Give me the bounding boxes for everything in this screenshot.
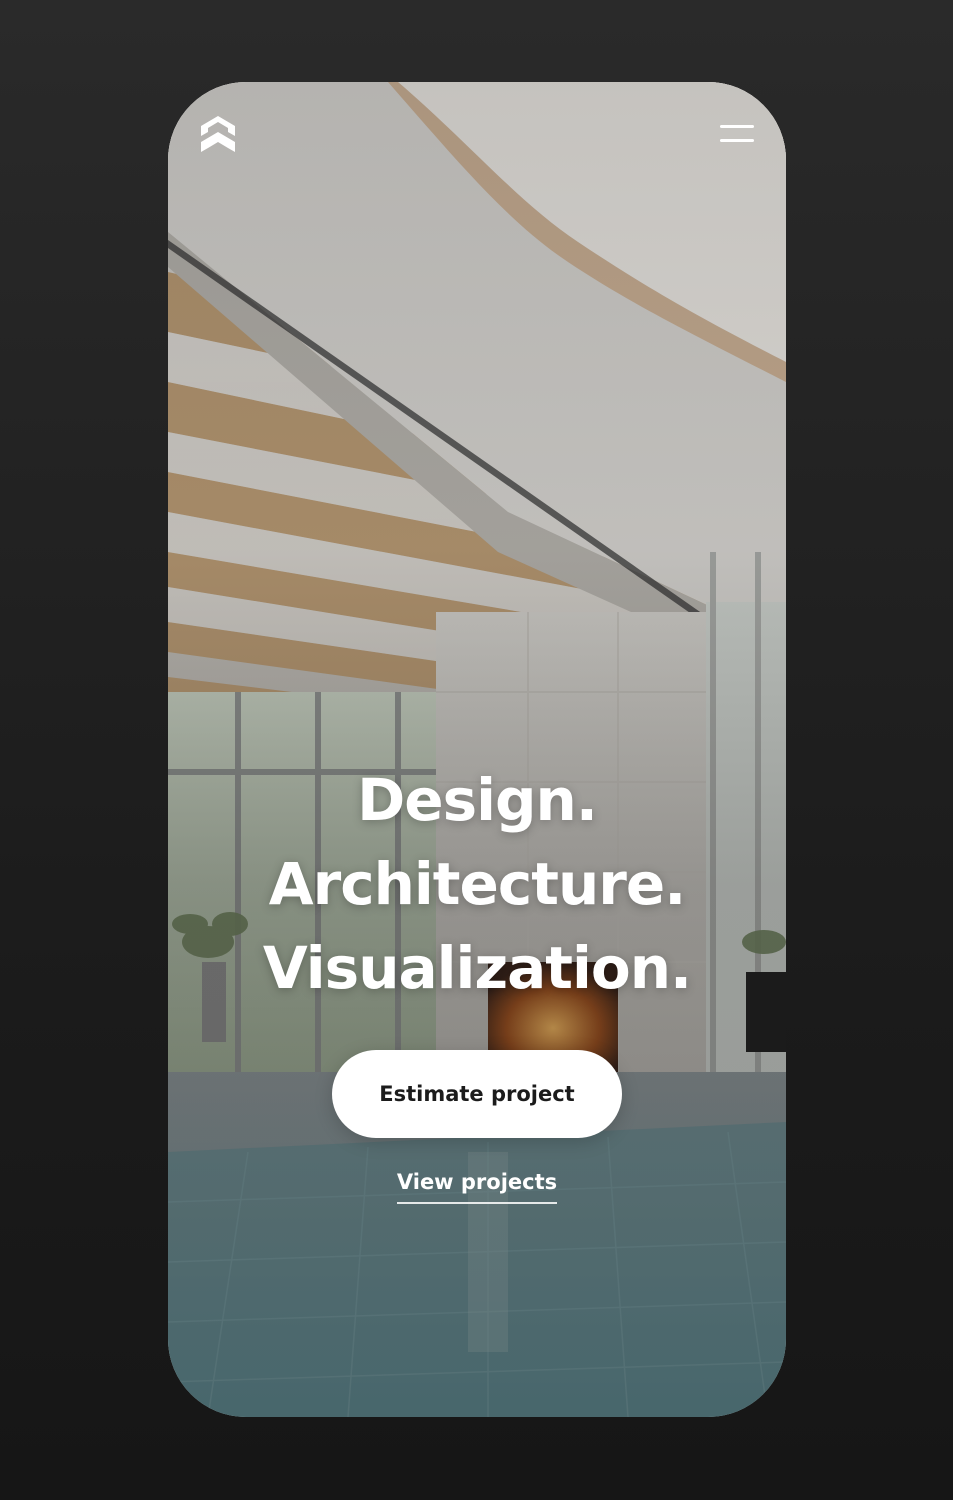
menu-line-top (720, 125, 754, 128)
hero-line-visualization: Visualization. (262, 934, 692, 1002)
hamburger-menu-icon[interactable] (720, 122, 754, 146)
view-projects-link[interactable]: View projects (396, 1170, 558, 1204)
hero-line-design: Design. (357, 766, 598, 834)
house-chevron-logo-icon[interactable] (198, 114, 238, 156)
interior-hero-image (168, 82, 786, 1417)
estimate-project-button[interactable]: Estimate project (332, 1050, 622, 1138)
menu-line-bottom (720, 139, 754, 142)
hero-heading: Design. Architecture. Visualization. (168, 758, 786, 1010)
phone-frame: Design. Architecture. Visualization. Est… (168, 82, 786, 1417)
view-projects-container: View projects (168, 1170, 786, 1204)
hero-line-architecture: Architecture. (268, 850, 686, 918)
